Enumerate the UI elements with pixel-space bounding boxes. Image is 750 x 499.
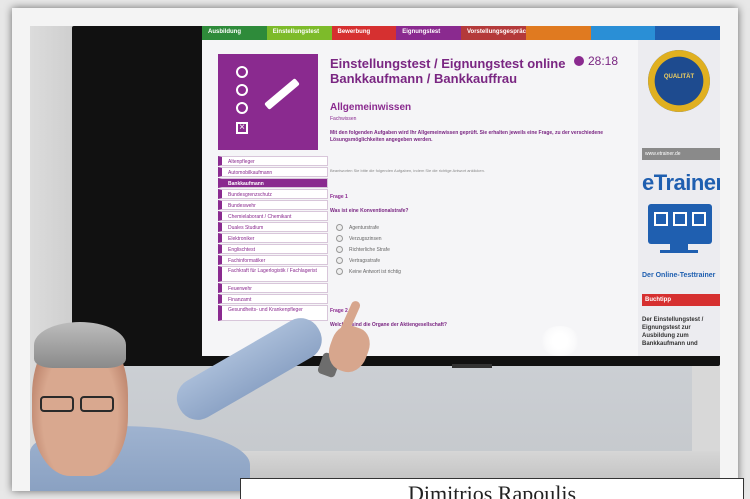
nav-item[interactable]: Feuerwehr bbox=[218, 283, 328, 293]
nav-item[interactable]: Elektroniker bbox=[218, 233, 328, 243]
answer-label: Richterliche Strafe bbox=[349, 246, 390, 253]
subsection-heading: Fachwissen bbox=[330, 116, 357, 122]
answer-label: Vertragsstrafe bbox=[349, 257, 381, 264]
tab-6[interactable] bbox=[590, 26, 656, 40]
quality-seal-icon bbox=[648, 50, 710, 112]
tv-screen: Ausbildung Einstellungstest Bewerbung Eignu… bbox=[202, 26, 720, 356]
tab-5[interactable] bbox=[525, 26, 591, 40]
answer-label: Keine Antwort ist richtig bbox=[349, 268, 401, 275]
monitor-icon bbox=[648, 204, 712, 244]
title-line-1: Einstellungstest / Eignungstest online bbox=[330, 56, 566, 71]
nav-item[interactable]: Altenpfleger bbox=[218, 156, 328, 166]
answer-option[interactable]: Vertragsstrafe bbox=[336, 255, 401, 266]
tab-3[interactable]: Eignungstest bbox=[396, 26, 461, 40]
photo-frame: Ausbildung Einstellungstest Bewerbung Eignu… bbox=[12, 8, 738, 491]
nav-item[interactable]: Fachkraft für Lagerlogistik / Fachlageri… bbox=[218, 266, 328, 282]
nav-item[interactable]: Bankkaufmann bbox=[218, 178, 328, 188]
buchtipp-heading: Buchtipp bbox=[642, 294, 720, 306]
tab-0[interactable]: Ausbildung bbox=[202, 26, 267, 40]
photo-caption: Dimitrios Rapoulis bbox=[240, 478, 744, 499]
buchtipp-text[interactable]: Der Einstellungstest / Eignungstest zur … bbox=[642, 316, 720, 348]
timer: 28:18 bbox=[574, 54, 618, 68]
nav-item[interactable]: Fachinformatiker bbox=[218, 255, 328, 265]
tab-7[interactable] bbox=[655, 26, 720, 40]
top-tabs: Ausbildung Einstellungstest Bewerbung Eignu… bbox=[202, 26, 720, 40]
sidebar-right: QUALITÄT www.etrainer.de eTrainer Der On… bbox=[638, 40, 720, 356]
seal-text: QUALITÄT bbox=[663, 74, 695, 80]
nav-item[interactable]: Bundesgrenzschutz bbox=[218, 189, 328, 199]
tab-4[interactable]: Vorstellungsgespräch bbox=[461, 26, 526, 40]
nav-item[interactable]: Englischtest bbox=[218, 244, 328, 254]
radio-button[interactable] bbox=[336, 246, 343, 253]
side-nav: Altenpfleger Automobilkaufmann Bankkaufman… bbox=[218, 156, 328, 322]
site-url[interactable]: www.etrainer.de bbox=[642, 148, 720, 160]
nav-item[interactable]: Duales Studium bbox=[218, 222, 328, 232]
question-2-label: Frage 2 bbox=[330, 308, 348, 314]
answer-option[interactable]: Keine Antwort ist richtig bbox=[336, 266, 401, 277]
section-heading: Allgemeinwissen bbox=[330, 102, 412, 113]
tagline: Der Online-Testtrainer bbox=[642, 272, 716, 279]
clock-icon bbox=[574, 56, 584, 66]
answer-option[interactable]: Verzugszinsen bbox=[336, 233, 401, 244]
answer-label: Agenturstrafe bbox=[349, 224, 380, 231]
classroom-photo: Ausbildung Einstellungstest Bewerbung Eignu… bbox=[30, 26, 720, 491]
person-hair bbox=[34, 322, 126, 368]
instruction-note: Beantworten Sie bitte die folgenden Aufg… bbox=[330, 168, 485, 173]
answer-label: Verzugszinsen bbox=[349, 235, 382, 242]
answer-option[interactable]: Agenturstrafe bbox=[336, 222, 401, 233]
radio-button[interactable] bbox=[336, 235, 343, 242]
nav-item[interactable]: Chemielaborant / Chemikant bbox=[218, 211, 328, 221]
page-title: Einstellungstest / Eignungstest online B… bbox=[330, 56, 580, 86]
nav-item[interactable]: Finanzamt bbox=[218, 294, 328, 304]
nav-item[interactable]: Automobilkaufmann bbox=[218, 167, 328, 177]
timer-value: 28:18 bbox=[588, 54, 619, 68]
title-line-2: Bankkaufmann / Bankkauffrau bbox=[330, 71, 518, 86]
intro-text: Mit den folgenden Aufgaben wird Ihr Allg… bbox=[330, 130, 604, 143]
glasses-icon bbox=[36, 396, 118, 414]
radio-button[interactable] bbox=[336, 257, 343, 264]
radio-button[interactable] bbox=[336, 268, 343, 275]
question-1-text: Was ist eine Konventionalstrafe? bbox=[330, 208, 409, 214]
answer-option[interactable]: Richterliche Strafe bbox=[336, 244, 401, 255]
tv-monitor: Ausbildung Einstellungstest Bewerbung Eignu… bbox=[72, 26, 720, 368]
brand-logo[interactable]: eTrainer bbox=[642, 170, 720, 196]
nav-item[interactable]: Bundeswehr bbox=[218, 200, 328, 210]
nav-item[interactable]: Gesundheits- und Krankenpfleger bbox=[218, 305, 328, 321]
quiz-logo-icon: × bbox=[218, 54, 318, 150]
question-1-options: Agenturstrafe Verzugszinsen Richterliche S… bbox=[336, 222, 401, 277]
question-1-label: Frage 1 bbox=[330, 194, 348, 200]
tab-2[interactable]: Bewerbung bbox=[331, 26, 397, 40]
radio-button[interactable] bbox=[336, 224, 343, 231]
tab-1[interactable]: Einstellungstest bbox=[266, 26, 332, 40]
screen-glare bbox=[540, 326, 580, 356]
